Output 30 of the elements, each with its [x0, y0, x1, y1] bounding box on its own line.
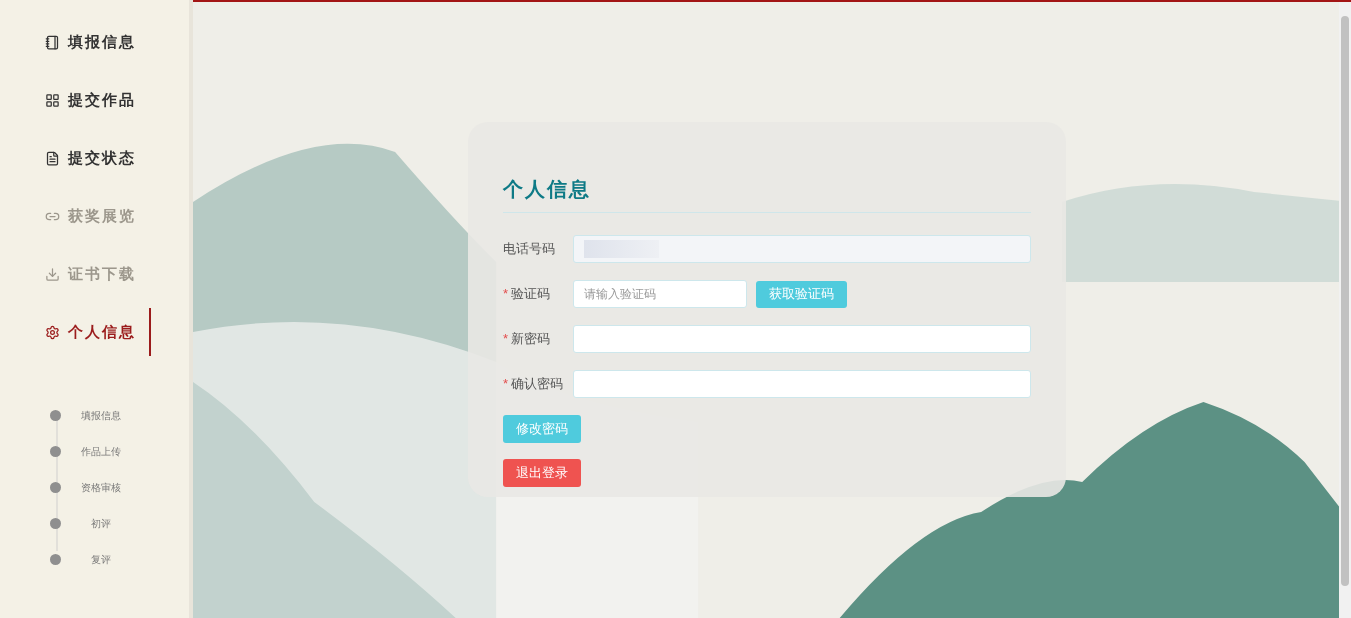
get-code-button[interactable]: 获取验证码 — [756, 280, 847, 308]
logout-button[interactable]: 退出登录 — [503, 459, 581, 487]
sidebar-item[interactable]: 填报信息 — [45, 18, 151, 66]
settings-icon — [45, 324, 60, 340]
sidebar-item[interactable]: 个人信息 — [45, 308, 151, 356]
input-field[interactable] — [573, 325, 1031, 353]
step-label: 资格审核 — [80, 481, 122, 495]
required-mark: * — [503, 285, 509, 304]
field-label: 电话号码 — [503, 240, 555, 259]
field-label: 验证码 — [511, 285, 551, 304]
grid-icon — [45, 92, 60, 108]
required-mark: * — [503, 375, 509, 394]
text-input[interactable]: 请输入验证码 — [584, 285, 736, 303]
input-field[interactable]: 请输入验证码 — [573, 280, 747, 308]
card-title: 个人信息 — [503, 174, 1031, 213]
field-label: 确认密码 — [511, 375, 564, 394]
change-password-button[interactable]: 修改密码 — [503, 415, 581, 443]
notebook-icon — [45, 34, 60, 50]
step-label: 初评 — [90, 517, 112, 531]
required-mark: * — [503, 330, 509, 349]
field-label: 新密码 — [511, 330, 551, 349]
step-label: 填报信息 — [80, 409, 122, 423]
document-icon — [45, 150, 60, 166]
sidebar-item[interactable]: 提交状态 — [45, 134, 151, 182]
sidebar-item[interactable]: 提交作品 — [45, 76, 151, 124]
step-label: 作品上传 — [80, 445, 122, 459]
scrollbar-thumb[interactable] — [1341, 16, 1349, 586]
download-icon — [45, 266, 60, 282]
step-label: 复评 — [90, 553, 112, 567]
input-field[interactable] — [573, 370, 1031, 398]
